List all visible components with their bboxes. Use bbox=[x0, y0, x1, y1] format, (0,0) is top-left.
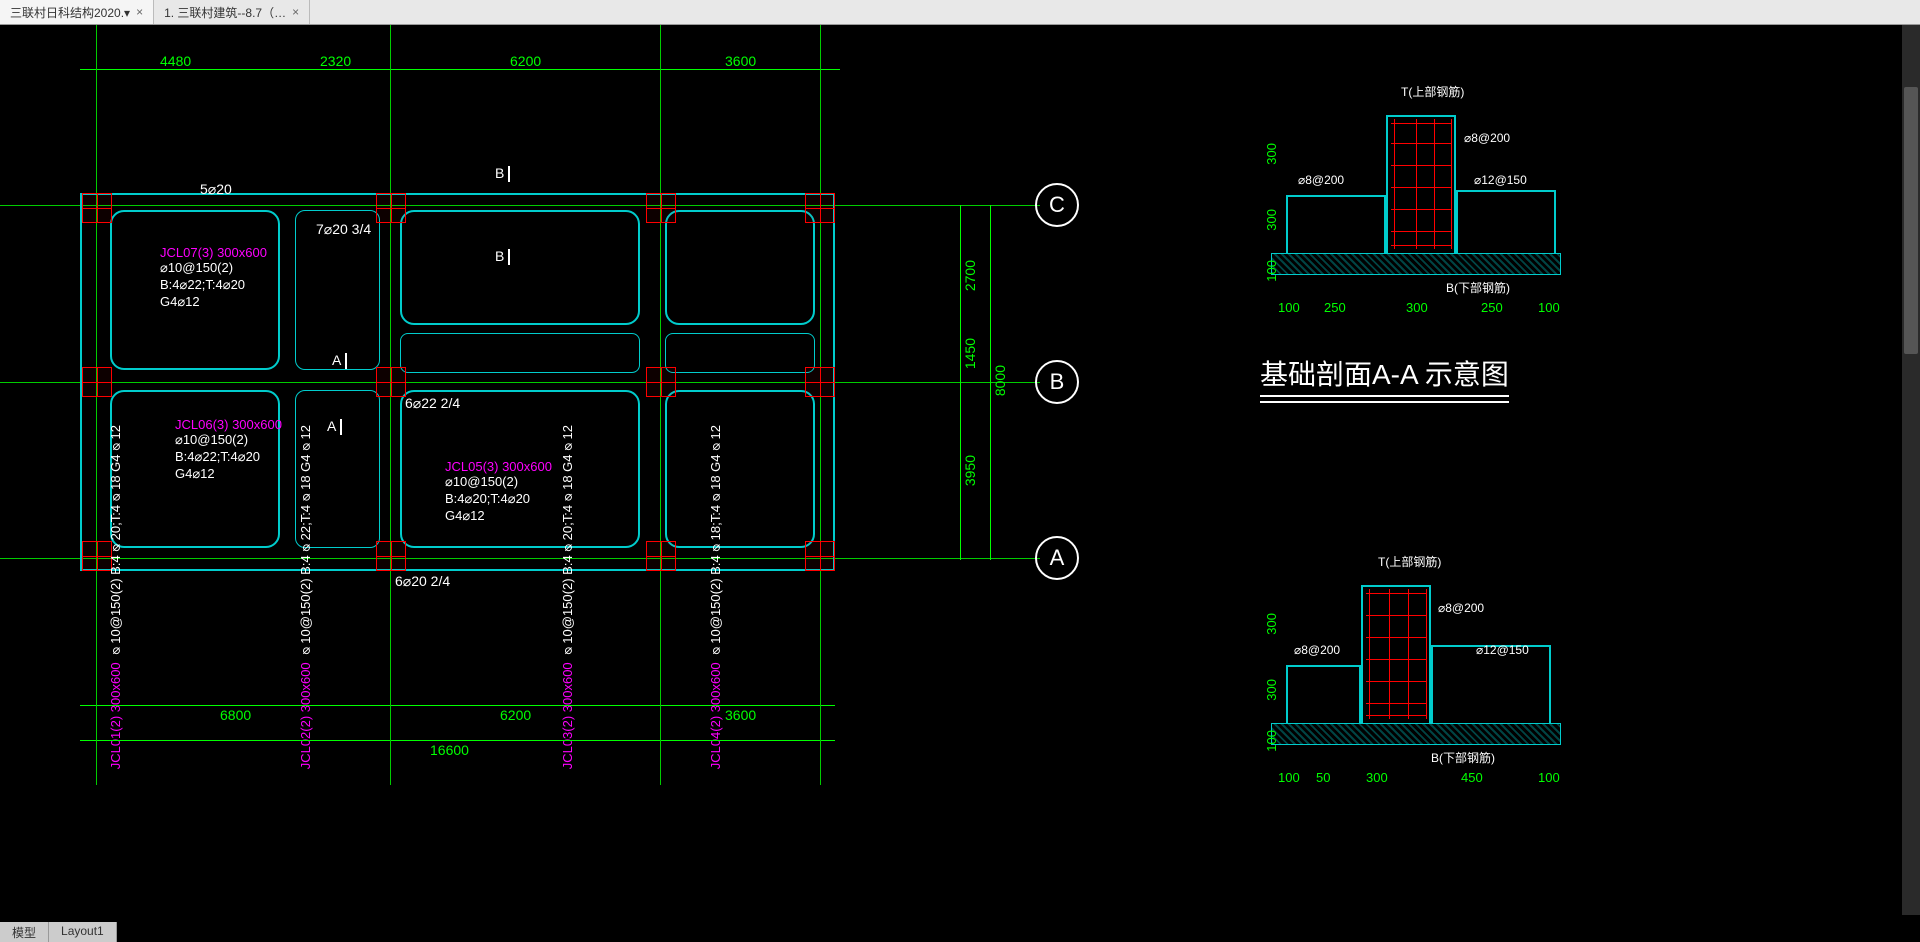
tab-layout1[interactable]: Layout1 bbox=[49, 922, 117, 942]
axis-bubble-C: C bbox=[1035, 183, 1079, 227]
dim-line bbox=[960, 205, 961, 560]
dim-b2h: 100 bbox=[1278, 770, 1300, 785]
beam-label-jcl02: JCL02(2) 300x600 ⌀10@150(2) B:4⌀22;T:4⌀1… bbox=[298, 425, 315, 769]
dim-b-1: 6800 bbox=[220, 707, 251, 723]
dim-b2h1: 50 bbox=[1316, 770, 1330, 785]
label-n1: ⌀8@200 bbox=[1294, 643, 1340, 657]
section-detail-B: T(上部钢筋) B(下部钢筋) ⌀8@200 ⌀8@200 ⌀12@150 30… bbox=[1266, 545, 1566, 805]
dim-top-1: 4480 bbox=[160, 53, 191, 69]
dim-ext bbox=[390, 571, 391, 751]
column-pad bbox=[376, 541, 406, 571]
dim-ext bbox=[660, 571, 661, 751]
column-pad bbox=[805, 193, 835, 223]
dim-ext bbox=[820, 571, 821, 751]
column-pad bbox=[82, 367, 112, 397]
section-marker-A: A bbox=[332, 352, 347, 369]
dim-vhd2: 300 bbox=[1264, 679, 1279, 701]
beam-label-jcl01: JCL01(2) 300x600 ⌀10@150(2) B:4⌀20;T:4⌀1… bbox=[108, 425, 125, 769]
tab-structural[interactable]: 三联村日科结构2020.▾ × bbox=[0, 0, 154, 24]
label-bottom-bar: B(下部钢筋) bbox=[1446, 279, 1510, 296]
rebar-note: 6⌀22 2/4 bbox=[405, 395, 460, 412]
dim-v-3: 3950 bbox=[962, 455, 978, 486]
label-n1: ⌀8@200 bbox=[1298, 173, 1344, 187]
dim-b-2: 6200 bbox=[500, 707, 531, 723]
document-tab-bar: 三联村日科结构2020.▾ × 1. 三联村建筑--8.7（… × bbox=[0, 0, 1920, 25]
dim-bh: 100 bbox=[1278, 300, 1300, 315]
beam-label-jcl03: JCL03(2) 300x600 ⌀10@150(2) B:4⌀20;T:4⌀1… bbox=[560, 425, 577, 769]
rebar-note: 5⌀20 bbox=[200, 181, 232, 198]
dim-b2h2: 300 bbox=[1366, 770, 1388, 785]
dim-vhd3: 100 bbox=[1264, 260, 1279, 282]
column-pad bbox=[646, 367, 676, 397]
section-title-A: 基础剖面A-A 示意图 bbox=[1260, 353, 1509, 403]
column-pad bbox=[376, 193, 406, 223]
dim-b-3: 3600 bbox=[725, 707, 756, 723]
dim-top-3: 6200 bbox=[510, 53, 541, 69]
label-n2: ⌀8@200 bbox=[1438, 601, 1484, 615]
close-icon[interactable]: × bbox=[292, 5, 299, 19]
label-n2: ⌀8@200 bbox=[1464, 131, 1510, 145]
section-marker-A: A bbox=[327, 418, 342, 435]
dim-line bbox=[80, 740, 835, 741]
dim-vhd: 300 bbox=[1264, 613, 1279, 635]
dim-v-total: 8000 bbox=[992, 365, 1008, 396]
column-pad bbox=[646, 193, 676, 223]
beam-label-jcl06: JCL06(3) 300x600 ⌀10@150(2) B:4⌀22;T:4⌀2… bbox=[175, 417, 282, 483]
dim-top-4: 3600 bbox=[725, 53, 756, 69]
column-pad bbox=[82, 193, 112, 223]
column-pad bbox=[805, 541, 835, 571]
dim-b2h3: 450 bbox=[1461, 770, 1483, 785]
label-top-bar: T(上部钢筋) bbox=[1378, 553, 1441, 570]
footing-cell bbox=[665, 333, 815, 373]
section-marker-B: B bbox=[495, 165, 510, 182]
tab-architecture[interactable]: 1. 三联村建筑--8.7（… × bbox=[154, 0, 310, 24]
label-n3: ⌀12@150 bbox=[1474, 173, 1527, 187]
label-bottom-bar: B(下部钢筋) bbox=[1431, 749, 1495, 766]
label-top-bar: T(上部钢筋) bbox=[1401, 83, 1464, 100]
column-pad bbox=[376, 367, 406, 397]
dim-vhd: 300 bbox=[1264, 143, 1279, 165]
dim-b-total: 16600 bbox=[430, 742, 469, 758]
tab-label: 三联村日科结构2020.▾ bbox=[10, 4, 130, 21]
dim-b2h4: 100 bbox=[1538, 770, 1560, 785]
dim-bh4: 100 bbox=[1538, 300, 1560, 315]
tab-label: 1. 三联村建筑--8.7（… bbox=[164, 4, 286, 21]
footing-cell bbox=[400, 210, 640, 325]
footing-cell bbox=[665, 390, 815, 548]
dim-ext bbox=[96, 571, 97, 751]
dim-bh1: 250 bbox=[1324, 300, 1346, 315]
dim-vhd2: 300 bbox=[1264, 209, 1279, 231]
axis-bubble-A: A bbox=[1035, 536, 1079, 580]
rebar-note: 6⌀20 2/4 bbox=[395, 573, 450, 590]
dim-bh3: 250 bbox=[1481, 300, 1503, 315]
beam-label-jcl04: JCL04(2) 300x600 ⌀10@150(2) B:4⌀18;T:4⌀1… bbox=[708, 425, 725, 769]
section-marker-B: B bbox=[495, 248, 510, 265]
vertical-scrollbar[interactable] bbox=[1902, 25, 1920, 915]
close-icon[interactable]: × bbox=[136, 5, 143, 19]
rebar-note: 7⌀20 3/4 bbox=[316, 221, 371, 238]
drawing-viewport[interactable]: 4480 2320 6200 3600 5⌀20 7⌀20 3/4 6⌀22 2… bbox=[0, 25, 1920, 915]
column-pad bbox=[805, 367, 835, 397]
layout-tab-bar: 模型 Layout1 bbox=[0, 922, 117, 942]
dim-line bbox=[990, 205, 991, 560]
tab-model[interactable]: 模型 bbox=[0, 922, 49, 942]
dim-vhd3: 100 bbox=[1264, 730, 1279, 752]
beam-label-jcl05: JCL05(3) 300x600 ⌀10@150(2) B:4⌀20;T:4⌀2… bbox=[445, 459, 552, 525]
dim-v-1: 2700 bbox=[962, 260, 978, 291]
footing-cell bbox=[400, 333, 640, 373]
column-pad bbox=[646, 541, 676, 571]
dim-bh2: 300 bbox=[1406, 300, 1428, 315]
label-n3: ⌀12@150 bbox=[1476, 643, 1529, 657]
axis-bubble-B: B bbox=[1035, 360, 1079, 404]
dim-line bbox=[80, 69, 840, 70]
dim-top-2: 2320 bbox=[320, 53, 351, 69]
dim-v-2: 1450 bbox=[962, 338, 978, 369]
beam-label-jcl07: JCL07(3) 300x600 ⌀10@150(2) B:4⌀22;T:4⌀2… bbox=[160, 245, 267, 311]
footing-cell bbox=[665, 210, 815, 325]
dim-line bbox=[80, 705, 835, 706]
section-detail-A: T(上部钢筋) B(下部钢筋) ⌀8@200 ⌀8@200 ⌀12@150 30… bbox=[1266, 75, 1566, 375]
